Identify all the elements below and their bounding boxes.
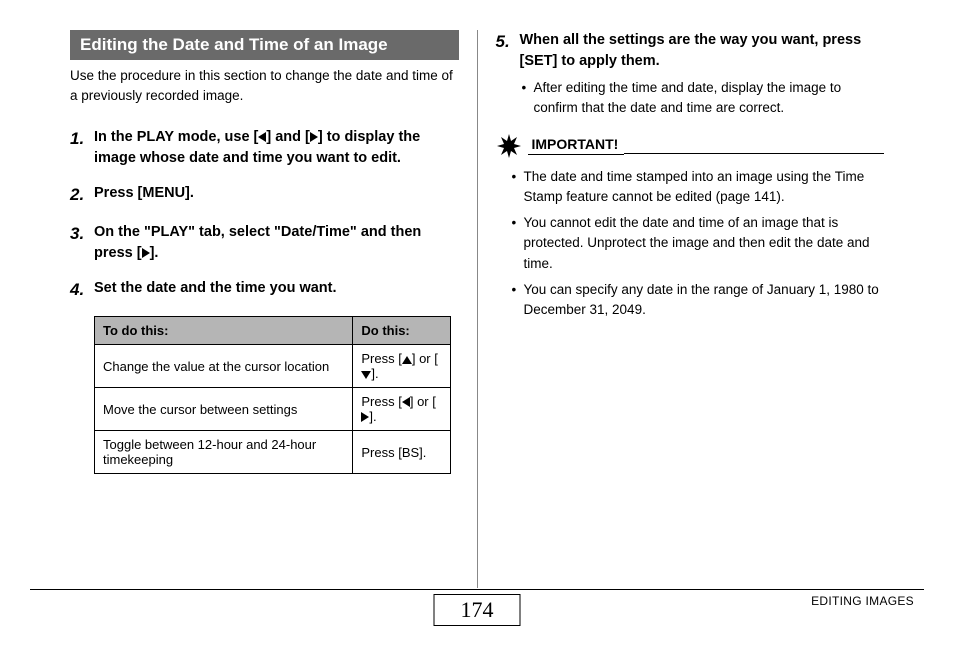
right-arrow-icon xyxy=(142,248,150,258)
important-heading: IMPORTANT! xyxy=(496,133,885,159)
important-label: IMPORTANT! xyxy=(528,136,625,155)
step-4: 4. Set the date and the time you want. xyxy=(70,278,459,303)
text-fragment: ]. xyxy=(369,409,376,424)
table-cell: Press [ ] or []. xyxy=(353,345,451,388)
table-row: Toggle between 12-hour and 24-hour timek… xyxy=(95,431,451,474)
step-text: When all the settings are the way you wa… xyxy=(520,30,885,119)
instruction-table: To do this: Do this: Change the value at… xyxy=(94,316,451,474)
up-arrow-icon xyxy=(402,356,412,364)
step-subtext: After editing the time and date, display… xyxy=(520,78,885,119)
footer-rule xyxy=(30,589,924,590)
step-text: On the "PLAY" tab, select "Date/Time" an… xyxy=(94,222,459,264)
table-row: Change the value at the cursor location … xyxy=(95,345,451,388)
step-number: 5. xyxy=(496,30,520,119)
text-fragment: ] and [ xyxy=(266,129,310,145)
table-cell: Move the cursor between settings xyxy=(95,388,353,431)
step-3: 3. On the "PLAY" tab, select "Date/Time"… xyxy=(70,222,459,264)
step-text: Set the date and the time you want. xyxy=(94,278,337,303)
step-number: 2. xyxy=(70,183,94,208)
text-fragment: ]. xyxy=(371,366,378,381)
section-title: Editing the Date and Time of an Image xyxy=(70,30,459,60)
table-cell: Toggle between 12-hour and 24-hour timek… xyxy=(95,431,353,474)
left-column: Editing the Date and Time of an Image Us… xyxy=(30,30,477,588)
right-column: 5. When all the settings are the way you… xyxy=(478,30,925,588)
right-arrow-icon xyxy=(310,132,318,142)
table-cell: Press [ ] or []. xyxy=(353,388,451,431)
down-arrow-icon xyxy=(361,371,371,379)
text-fragment: When all the settings are the way you wa… xyxy=(520,32,862,69)
important-underline xyxy=(624,153,884,154)
text-fragment: Press [ xyxy=(361,351,401,366)
left-arrow-icon xyxy=(402,397,410,407)
table-header-row: To do this: Do this: xyxy=(95,317,451,345)
table-row: Move the cursor between settings Press [… xyxy=(95,388,451,431)
intro-text: Use the procedure in this section to cha… xyxy=(70,66,459,105)
page-number: 174 xyxy=(434,594,521,626)
step-number: 4. xyxy=(70,278,94,303)
text-fragment: ] or [ xyxy=(412,351,438,366)
step-1: 1. In the PLAY mode, use [] and [] to di… xyxy=(70,127,459,169)
important-item: The date and time stamped into an image … xyxy=(496,167,885,208)
important-item: You cannot edit the date and time of an … xyxy=(496,213,885,274)
step-2: 2. Press [MENU]. xyxy=(70,183,459,208)
table-cell: Change the value at the cursor location xyxy=(95,345,353,388)
step-number: 1. xyxy=(70,127,94,169)
text-fragment: ] or [ xyxy=(410,394,436,409)
text-fragment: Press [ xyxy=(361,394,401,409)
step-number: 3. xyxy=(70,222,94,264)
content-columns: Editing the Date and Time of an Image Us… xyxy=(30,30,924,588)
starburst-icon xyxy=(496,133,522,159)
table-header: Do this: xyxy=(353,317,451,345)
text-fragment: In the PLAY mode, use [ xyxy=(94,129,258,145)
table-header: To do this: xyxy=(95,317,353,345)
step-5: 5. When all the settings are the way you… xyxy=(496,30,885,119)
step-text: In the PLAY mode, use [] and [] to displ… xyxy=(94,127,459,169)
important-item: You can specify any date in the range of… xyxy=(496,280,885,321)
footer-section-label: EDITING IMAGES xyxy=(811,594,914,608)
table-cell: Press [BS]. xyxy=(353,431,451,474)
step-text: Press [MENU]. xyxy=(94,183,194,208)
text-fragment: ]. xyxy=(150,245,159,261)
